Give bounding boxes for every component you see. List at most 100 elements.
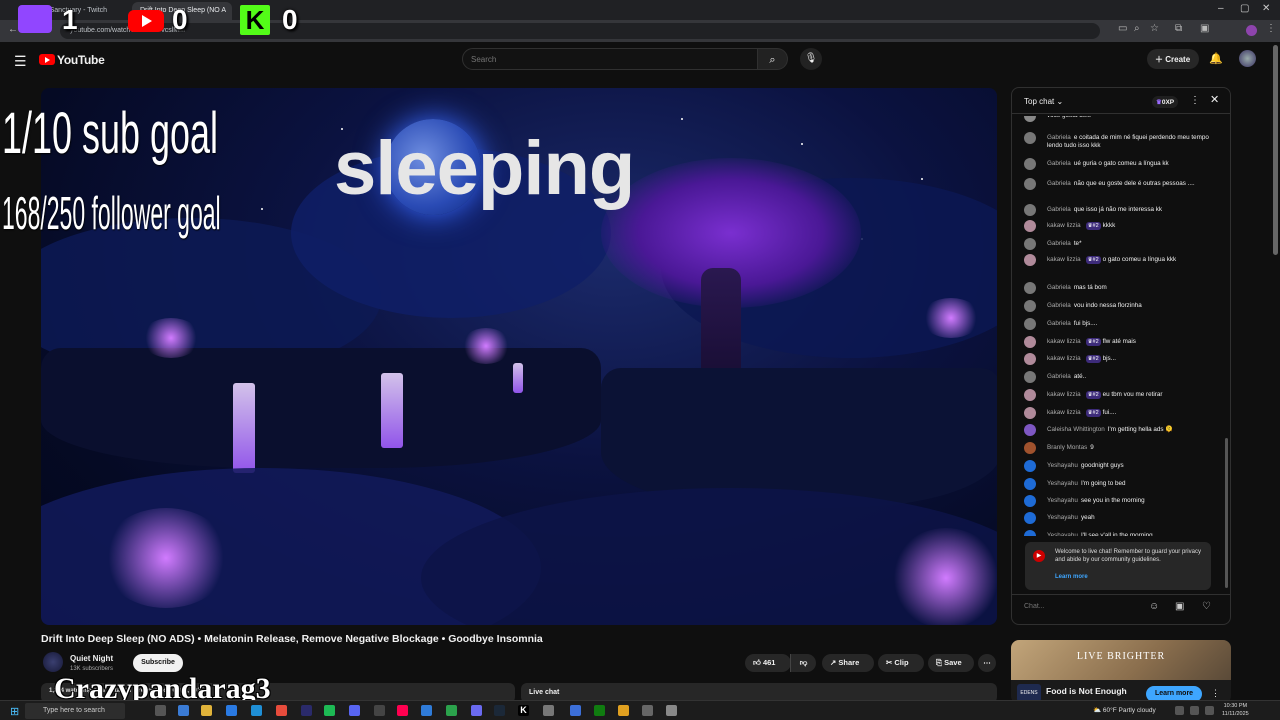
battery-icon[interactable]	[1205, 706, 1214, 715]
like-button[interactable]: 👍︎ 461	[745, 654, 791, 672]
chat-avatar	[1024, 530, 1036, 536]
kick-app-icon[interactable]: K	[518, 705, 529, 716]
minimize-icon[interactable]: –	[1218, 3, 1224, 14]
chat-message-body: kakaw lizzia ♛#2 kkkk	[1047, 222, 1217, 230]
bookmark-star-icon[interactable]: ☆	[1150, 23, 1159, 34]
chat-message-body: Yeshayahu I'll see y'all in the morning	[1047, 532, 1217, 536]
page-scrollbar[interactable]	[1273, 45, 1278, 255]
file-explorer-icon[interactable]	[201, 705, 212, 716]
system-clock[interactable]: 10:30 PM 11/11/2025	[1222, 702, 1249, 718]
subscribe-button[interactable]: Subscribe	[133, 654, 183, 672]
clock-date: 11/11/2025	[1222, 711, 1249, 717]
chat-avatar	[1024, 238, 1036, 250]
chat-text: mas tá bom	[1073, 284, 1107, 291]
chat-text: goodnight guys	[1080, 462, 1124, 469]
promo-options-icon[interactable]: ⋮	[1211, 688, 1220, 699]
steam-icon[interactable]	[494, 705, 505, 716]
zoom-icon[interactable]: ⌕	[1134, 23, 1140, 34]
welcome-text: Welcome to live chat! Remember to guard …	[1055, 549, 1201, 563]
sidepanel-icon[interactable]: ▣	[1200, 23, 1209, 34]
chrome-icon[interactable]	[276, 705, 287, 716]
super-chat-icon[interactable]: ▣	[1175, 601, 1184, 612]
chat-message-body: Yeshayahu goodnight guys	[1047, 462, 1217, 470]
taskbar-app-icon[interactable]	[178, 705, 189, 716]
edge-icon[interactable]	[251, 705, 262, 716]
video-title: Drift Into Deep Sleep (NO ADS) • Melaton…	[41, 633, 543, 645]
chat-text: ué guria o gato comeu a língua kk	[1073, 160, 1169, 167]
close-icon[interactable]: ✕	[1210, 93, 1219, 106]
url-field[interactable]: youtube.com/watch?v=PfcRFvcslMM	[60, 23, 1100, 39]
tiktok-icon[interactable]	[397, 705, 408, 716]
thumbs-down-icon: 👎︎	[799, 658, 808, 667]
browser-tab-youtube[interactable]: Drift Into Deep Sleep (NO A	[132, 2, 232, 20]
chat-avatar	[1024, 371, 1036, 383]
create-button[interactable]: ＋ Create	[1147, 49, 1199, 69]
chat-author: kakaw lizzia	[1047, 391, 1081, 398]
more-actions-icon[interactable]: ⋯	[978, 654, 996, 672]
spotify-icon[interactable]	[324, 705, 335, 716]
notifications-bell-icon[interactable]: 🔔	[1209, 52, 1223, 65]
taskbar-app-icon[interactable]	[666, 705, 677, 716]
xbox-icon[interactable]	[594, 705, 605, 716]
emoji-icon[interactable]: ☺	[1149, 601, 1159, 612]
taskbar-app-icon[interactable]	[570, 705, 581, 716]
back-icon[interactable]: ←	[8, 24, 18, 35]
taskbar-search-input[interactable]: Type here to search	[25, 703, 125, 719]
taskbar-app-icon[interactable]	[301, 705, 312, 716]
heart-icon[interactable]: ♡	[1202, 601, 1211, 612]
task-view-icon[interactable]	[155, 705, 166, 716]
chat-scrollbar[interactable]	[1225, 438, 1228, 588]
windows-start-icon[interactable]: ⊞	[10, 705, 19, 718]
taskbar-app-icon[interactable]	[543, 705, 554, 716]
chat-header: Top chat ⌄ ♛0XP ⋮ ✕	[1012, 88, 1230, 114]
save-button[interactable]: ⎘ Save	[928, 654, 974, 672]
taskbar-app-icon[interactable]	[421, 705, 432, 716]
clip-button[interactable]: ✂ Clip	[878, 654, 924, 672]
taskbar-app-icon[interactable]	[471, 705, 482, 716]
discord-icon[interactable]	[349, 705, 360, 716]
search-input[interactable]	[462, 48, 758, 70]
network-icon[interactable]	[1175, 706, 1184, 715]
maximize-icon[interactable]: ▢	[1240, 3, 1249, 14]
browser-tab-strip: veroSanctuary - Twitch Drift Into Deep S…	[0, 0, 1280, 20]
browser-tab-twitch[interactable]: veroSanctuary - Twitch	[28, 2, 118, 20]
chat-avatar	[1024, 178, 1036, 190]
volume-icon[interactable]	[1190, 706, 1199, 715]
taskbar-app-icon[interactable]	[446, 705, 457, 716]
taskbar-app-icon[interactable]	[374, 705, 385, 716]
cast-icon[interactable]: ▭	[1118, 23, 1127, 34]
channel-avatar[interactable]	[43, 652, 63, 672]
browser-menu-icon[interactable]: ⋮	[1266, 23, 1276, 34]
forward-icon[interactable]: →	[26, 24, 36, 35]
dislike-button[interactable]: 👎︎	[790, 654, 816, 672]
profile-icon[interactable]	[1246, 25, 1257, 36]
taskbar-app-icon[interactable]	[226, 705, 237, 716]
weather-widget[interactable]: ⛅ 60°F Partly cloudy	[1093, 706, 1156, 714]
chat-avatar	[1024, 442, 1036, 454]
chat-avatar	[1024, 407, 1036, 419]
account-avatar[interactable]	[1239, 50, 1256, 67]
sponsored-card[interactable]: LIVE BRIGHTER EDENS Food is Not Enough L…	[1011, 640, 1231, 704]
chat-avatar	[1024, 158, 1036, 170]
chevron-down-icon: ⌄	[1056, 97, 1064, 106]
microphone-icon[interactable]: 🎙	[800, 48, 822, 70]
channel-name[interactable]: Quiet Night	[70, 654, 113, 663]
reload-icon[interactable]: ⟳	[44, 24, 52, 35]
chat-options-icon[interactable]: ⋮	[1190, 95, 1200, 106]
chat-text: fui....	[1102, 409, 1117, 416]
chat-author: Gabriela	[1047, 302, 1071, 309]
youtube-logo[interactable]: YouTube	[39, 53, 105, 67]
learn-more-link[interactable]: Learn more	[1055, 573, 1088, 581]
xp-badge[interactable]: ♛0XP	[1152, 96, 1179, 108]
hamburger-menu-icon[interactable]: ☰	[14, 53, 27, 70]
address-bar-row: youtube.com/watch?v=PfcRFvcslMM	[0, 20, 1280, 42]
search-icon[interactable]: ⌕	[758, 48, 788, 70]
chat-avatar	[1024, 424, 1036, 436]
close-window-icon[interactable]: ✕	[1262, 3, 1270, 14]
chat-mode-dropdown[interactable]: Top chat ⌄	[1024, 97, 1063, 106]
taskbar-app-icon[interactable]	[642, 705, 653, 716]
taskbar-app-icon[interactable]	[618, 705, 629, 716]
chat-input[interactable]	[1024, 603, 1144, 610]
extensions-icon[interactable]: ⧉	[1175, 23, 1182, 34]
share-button[interactable]: ↗ Share	[822, 654, 874, 672]
